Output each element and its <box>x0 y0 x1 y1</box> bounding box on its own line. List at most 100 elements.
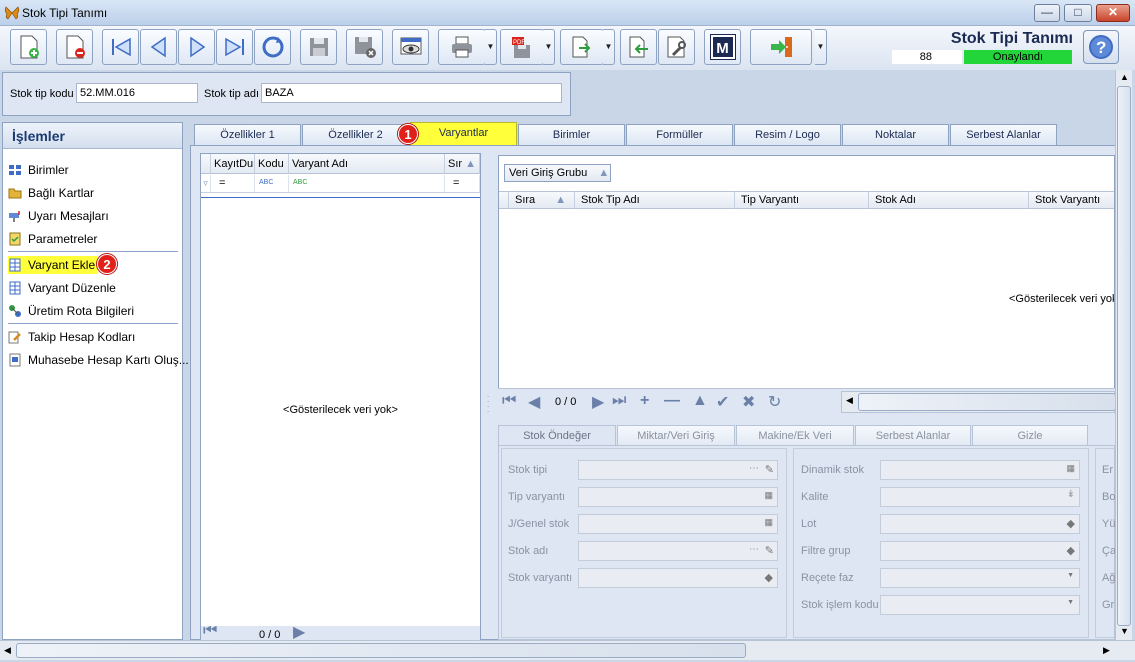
sidebar-item-parameters[interactable]: Parametreler <box>8 230 97 248</box>
last-record-button[interactable] <box>216 29 253 65</box>
dynamic-stock-input[interactable]: ▦ <box>880 460 1080 480</box>
sidebar-item-units[interactable]: Birimler <box>8 161 69 179</box>
stock-type-input[interactable]: ⋯ ✎ <box>578 460 778 480</box>
tab-machine-data[interactable]: Makine/Ek Veri <box>736 425 854 445</box>
m-button[interactable]: M <box>704 29 741 65</box>
close-button[interactable]: ✕ <box>1096 4 1130 22</box>
next-page-icon[interactable]: ▶ <box>592 392 604 412</box>
column-header[interactable]: Stok Varyantı <box>1029 191 1114 209</box>
tab-formulas[interactable]: Formüller <box>626 124 733 145</box>
export-dropdown[interactable]: ▼ <box>603 29 615 65</box>
pdf-button[interactable]: PDF <box>500 29 544 65</box>
exit-dropdown[interactable]: ▼ <box>815 29 827 65</box>
column-header[interactable]: Sır ▲ <box>445 154 480 174</box>
next-page-icon[interactable]: ▶ <box>293 626 305 640</box>
cancel-icon[interactable]: ✖ <box>742 392 755 412</box>
first-page-icon[interactable]: ⏮ <box>502 392 516 410</box>
column-header[interactable]: Kodu <box>255 154 289 174</box>
splitter-handle[interactable]: .... <box>487 391 490 414</box>
filter-icon[interactable]: ▿ <box>201 175 211 193</box>
sidebar-item-add-variant[interactable]: Varyant Ekle <box>8 256 98 274</box>
type-variant-input[interactable]: ▦ <box>578 487 778 507</box>
column-header[interactable]: KayıtDu <box>211 154 255 174</box>
scroll-left-icon[interactable]: ◀ <box>4 645 11 656</box>
grid-lookup-icon[interactable]: ▦ <box>1066 463 1075 474</box>
next-record-button[interactable] <box>178 29 215 65</box>
tab-quantity-entry[interactable]: Miktar/Veri Giriş <box>617 425 735 445</box>
export-button[interactable] <box>560 29 604 65</box>
stock-operation-code-select[interactable]: ▼ <box>880 595 1080 615</box>
tab-image-logo[interactable]: Resim / Logo <box>734 124 841 145</box>
pdf-dropdown[interactable]: ▼ <box>543 29 555 65</box>
delete-button[interactable] <box>56 29 93 65</box>
filter-cell[interactable]: = <box>445 175 480 193</box>
add-record-icon[interactable]: + <box>640 392 649 410</box>
scrollbar-thumb[interactable] <box>16 643 746 658</box>
scroll-left-icon[interactable]: ◀ <box>846 395 853 406</box>
print-dropdown[interactable]: ▼ <box>485 29 497 65</box>
lot-input[interactable]: ◆ <box>880 514 1080 534</box>
main-hscrollbar[interactable]: ◀ ▶ <box>0 640 1135 660</box>
stock-type-code-input[interactable]: 52.MM.016 <box>76 83 198 103</box>
scrollbar-thumb[interactable] <box>858 393 1116 411</box>
eraser-icon[interactable]: ◆ <box>1067 544 1075 557</box>
group-by-button[interactable]: Veri Giriş Grubu ▲ <box>504 164 611 182</box>
column-header[interactable]: Sıra ▲ <box>509 191 575 209</box>
eraser-icon[interactable]: ◆ <box>765 571 773 584</box>
print-button[interactable] <box>438 29 486 65</box>
exit-button[interactable] <box>750 29 812 65</box>
tab-hide[interactable]: Gizle <box>972 425 1088 445</box>
detail-hscrollbar[interactable]: ◀ <box>841 391 1116 413</box>
filter-group-input[interactable]: ◆ <box>880 541 1080 561</box>
refresh-icon[interactable]: ↻ <box>768 392 781 412</box>
edit-doc-icon[interactable]: ✎ <box>765 463 774 476</box>
column-header[interactable]: Stok Adı <box>869 191 1029 209</box>
tab-features-1[interactable]: Özellikler 1 <box>194 124 301 145</box>
quality-input[interactable]: ↡ <box>880 487 1080 507</box>
double-chevron-icon[interactable]: ↡ <box>1067 489 1075 500</box>
scroll-down-icon[interactable]: ▼ <box>1120 626 1129 636</box>
last-page-icon[interactable]: ⏭ <box>612 392 626 410</box>
edit-doc-icon[interactable]: ✎ <box>765 544 774 557</box>
stock-type-name-input[interactable]: BAZA <box>261 83 562 103</box>
import-button[interactable] <box>620 29 657 65</box>
scroll-up-icon[interactable]: ▲ <box>1120 72 1129 82</box>
grid-lookup-icon[interactable]: ▦ <box>764 490 773 501</box>
main-vscrollbar[interactable]: ▲ ▼ <box>1115 70 1132 640</box>
chevron-down-icon[interactable]: ▼ <box>1067 599 1074 606</box>
recipe-phase-select[interactable]: ▼ <box>880 568 1080 588</box>
tab-free-fields-bottom[interactable]: Serbest Alanlar <box>855 425 971 445</box>
grid-lookup-icon[interactable]: ▦ <box>764 517 773 528</box>
save-button[interactable] <box>300 29 337 65</box>
column-header[interactable]: Varyant Adı <box>289 154 445 174</box>
ellipsis-icon[interactable]: ⋯ <box>749 544 759 555</box>
sidebar-item-edit-variant[interactable]: Varyant Düzenle <box>8 279 116 297</box>
stock-name-input[interactable]: ⋯ ✎ <box>578 541 778 561</box>
filter-cell[interactable]: ABC <box>289 175 445 193</box>
sidebar-item-tracking-accounts[interactable]: Takip Hesap Kodları <box>8 328 135 346</box>
sidebar-item-production-route[interactable]: Üretim Rota Bilgileri <box>8 302 134 320</box>
scrollbar-thumb[interactable] <box>1117 86 1131 626</box>
minimize-button[interactable]: — <box>1034 4 1060 22</box>
new-button[interactable] <box>10 29 47 65</box>
sidebar-item-warnings[interactable]: Uyarı Mesajları <box>8 207 109 225</box>
first-record-button[interactable] <box>102 29 139 65</box>
refresh-button[interactable] <box>254 29 291 65</box>
tab-points[interactable]: Noktalar <box>842 124 949 145</box>
filter-cell[interactable]: ABC <box>255 175 289 193</box>
help-button[interactable]: ? <box>1083 30 1119 64</box>
filter-cell[interactable]: = <box>211 175 255 193</box>
general-stock-input[interactable]: ▦ <box>578 514 778 534</box>
confirm-icon[interactable]: ✔ <box>716 392 729 412</box>
column-header[interactable]: Tip Varyantı <box>735 191 869 209</box>
chevron-down-icon[interactable]: ▼ <box>1067 572 1074 579</box>
first-page-icon[interactable]: ⏮ <box>203 626 217 640</box>
sidebar-item-linked-cards[interactable]: Bağlı Kartlar <box>8 184 94 202</box>
preview-button[interactable] <box>392 29 429 65</box>
move-up-icon[interactable]: ▲ <box>692 392 708 410</box>
column-header[interactable]: Stok Tip Adı <box>575 191 735 209</box>
ellipsis-icon[interactable]: ⋯ <box>749 463 759 474</box>
prev-page-icon[interactable]: ◀ <box>528 392 540 412</box>
stock-variant-input[interactable]: ◆ <box>578 568 778 588</box>
prev-record-button[interactable] <box>140 29 177 65</box>
